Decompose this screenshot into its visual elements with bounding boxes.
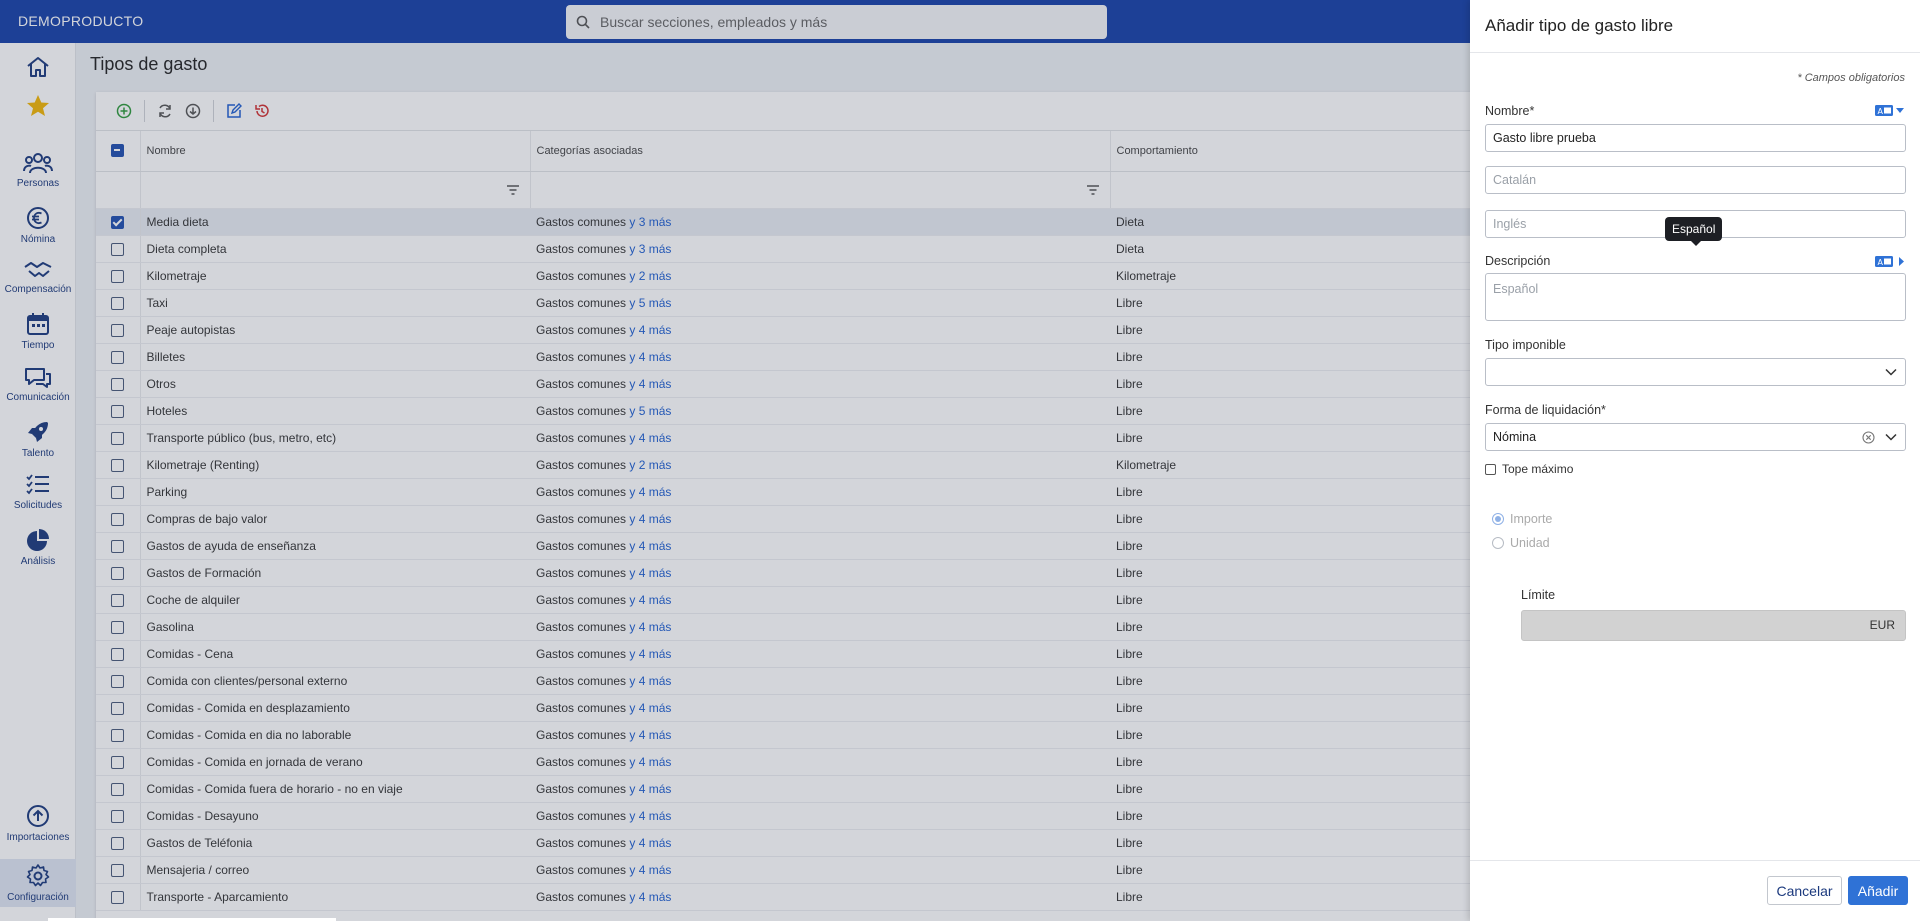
- svg-text:A: A: [1878, 258, 1884, 267]
- cancel-button[interactable]: Cancelar: [1767, 876, 1842, 905]
- divider: [1470, 860, 1920, 861]
- nombre-label: Nombre*: [1485, 104, 1535, 118]
- forma-liquidacion-value: Nómina: [1493, 430, 1537, 444]
- tipo-imponible-select[interactable]: [1485, 358, 1906, 386]
- chevron-down-icon: [1885, 433, 1897, 441]
- translate-icon: A: [1875, 256, 1904, 267]
- language-tooltip: Español: [1665, 217, 1723, 246]
- svg-text:A: A: [1878, 107, 1884, 116]
- nombre-input[interactable]: Gasto libre prueba: [1485, 124, 1906, 152]
- descripcion-placeholder: Español: [1493, 282, 1539, 296]
- required-fields-note: * Campos obligatorios: [1797, 72, 1905, 84]
- tope-maximo-checkbox[interactable]: [1485, 464, 1496, 476]
- add-expense-type-drawer: Añadir tipo de gasto libre * Campos obli…: [1470, 0, 1920, 921]
- chevron-down-icon: [1885, 368, 1897, 376]
- tope-maximo-label: Tope máximo: [1502, 462, 1574, 476]
- radio-importe[interactable]: Importe: [1492, 512, 1552, 526]
- nombre-value: Gasto libre prueba: [1493, 131, 1596, 145]
- ingles-placeholder: Inglés: [1493, 217, 1527, 231]
- translate-toggle[interactable]: A: [1875, 255, 1905, 271]
- forma-liquidacion-select[interactable]: Nómina: [1485, 423, 1906, 451]
- divider: [1470, 52, 1920, 53]
- radio-importe-button[interactable]: [1492, 513, 1504, 525]
- tope-maximo-option[interactable]: Tope máximo: [1485, 462, 1573, 476]
- limite-input: EUR: [1521, 610, 1906, 641]
- clear-icon[interactable]: [1862, 431, 1875, 444]
- radio-importe-label: Importe: [1510, 512, 1553, 526]
- translate-toggle[interactable]: A: [1875, 104, 1905, 120]
- forma-liquidacion-label: Forma de liquidación*: [1485, 403, 1606, 417]
- catalan-input[interactable]: Catalán: [1485, 166, 1906, 194]
- limite-label: Límite: [1521, 588, 1556, 602]
- radio-unidad[interactable]: Unidad: [1492, 536, 1550, 550]
- limite-unit: EUR: [1869, 618, 1895, 632]
- catalan-placeholder: Catalán: [1493, 173, 1537, 187]
- modal-overlay[interactable]: [0, 0, 1470, 921]
- tipo-imponible-label: Tipo imponible: [1485, 338, 1566, 352]
- add-button[interactable]: Añadir: [1848, 876, 1908, 905]
- radio-unidad-label: Unidad: [1510, 536, 1550, 550]
- descripcion-textarea[interactable]: Español: [1485, 273, 1906, 321]
- radio-unidad-button[interactable]: [1492, 537, 1504, 549]
- descripcion-label: Descripción: [1485, 254, 1551, 268]
- drawer-title: Añadir tipo de gasto libre: [1485, 16, 1674, 35]
- translate-icon: A: [1875, 105, 1904, 116]
